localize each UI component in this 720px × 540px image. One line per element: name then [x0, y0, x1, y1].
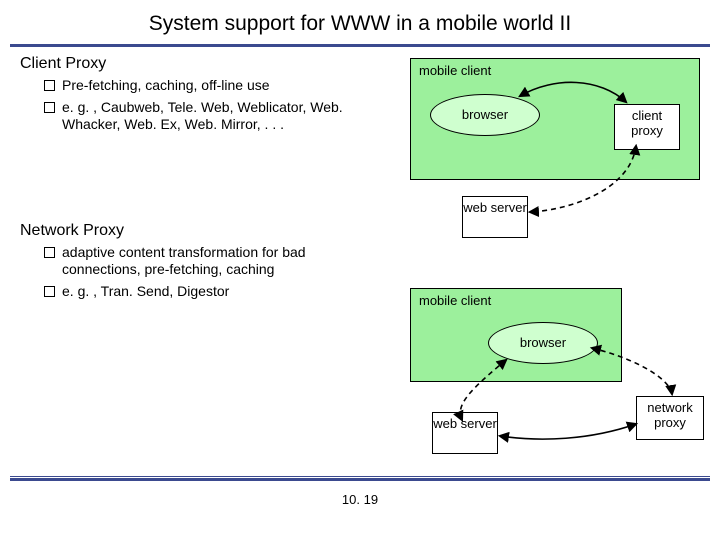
- browser-node-1: browser: [430, 94, 540, 136]
- mobile-client-label: mobile client: [411, 289, 621, 312]
- network-proxy-bullets: adaptive content transformation for bad …: [44, 244, 344, 301]
- network-proxy-node: network proxy: [636, 396, 704, 440]
- web-server-label: web server: [433, 416, 497, 431]
- web-server-node-2: web server: [432, 412, 498, 454]
- web-server-node-1: web server: [462, 196, 528, 238]
- list-item: Pre-fetching, caching, off-line use: [44, 77, 344, 95]
- page-number: 10. 19: [0, 492, 720, 507]
- slide-title: System support for WWW in a mobile world…: [0, 0, 720, 44]
- section-heading-network-proxy: Network Proxy: [20, 222, 720, 240]
- web-server-label: web server: [463, 200, 527, 215]
- mobile-client-label: mobile client: [411, 59, 699, 82]
- browser-node-2: browser: [488, 322, 598, 364]
- network-proxy-label: network proxy: [647, 400, 693, 430]
- list-item: adaptive content transformation for bad …: [44, 244, 344, 279]
- list-item: e. g. , Tran. Send, Digestor: [44, 283, 344, 301]
- divider-top: [10, 44, 710, 47]
- client-proxy-node: client proxy: [614, 104, 680, 150]
- client-proxy-label: client proxy: [631, 108, 663, 138]
- list-item: e. g. , Caubweb, Tele. Web, Weblicator, …: [44, 99, 344, 134]
- divider-bottom: [10, 478, 710, 481]
- client-proxy-bullets: Pre-fetching, caching, off-line use e. g…: [44, 77, 344, 134]
